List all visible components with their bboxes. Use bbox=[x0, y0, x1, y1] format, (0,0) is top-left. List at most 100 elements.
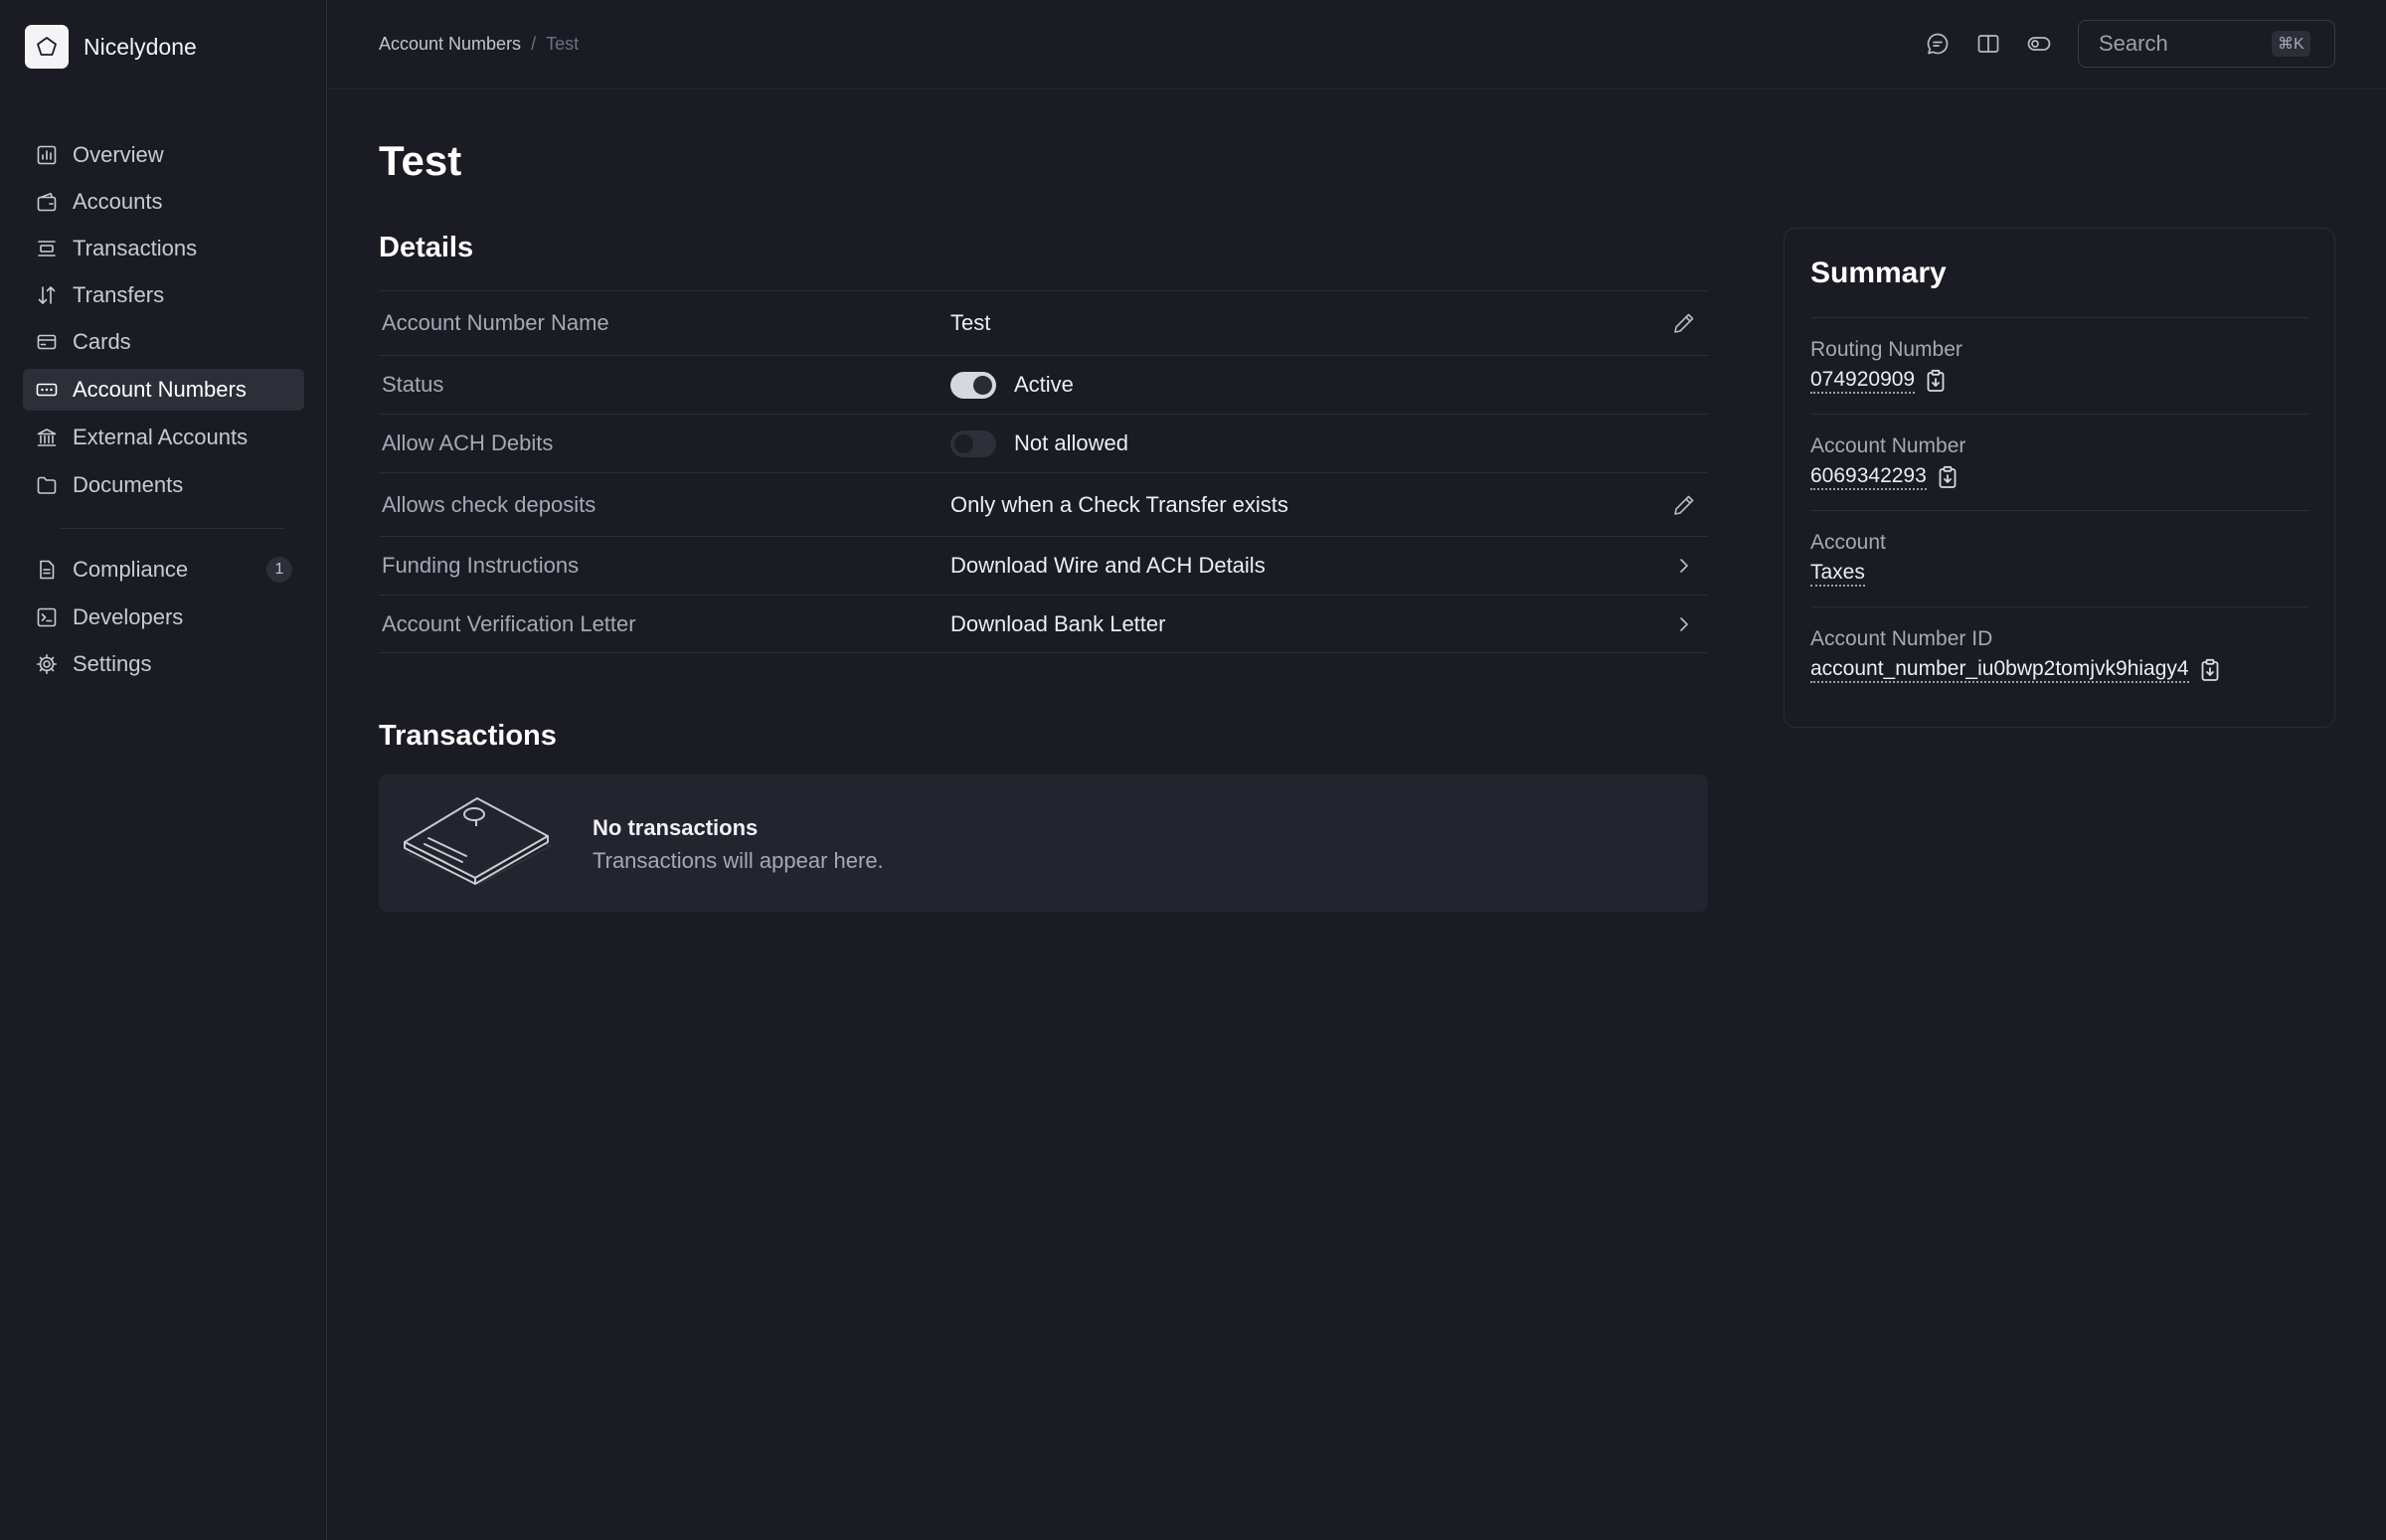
detail-label: Allow ACH Debits bbox=[382, 430, 554, 455]
detail-value: Download Wire and ACH Details bbox=[950, 553, 1266, 578]
sidebar-item-label: Overview bbox=[73, 142, 164, 167]
sidebar-item-label: Cards bbox=[73, 329, 131, 354]
detail-label: Status bbox=[382, 372, 444, 397]
toggle-knob bbox=[954, 433, 973, 453]
detail-label: Allows check deposits bbox=[382, 491, 596, 517]
breadcrumb-separator: / bbox=[531, 34, 537, 54]
account-number-text[interactable]: 6069342293 bbox=[1810, 464, 1927, 490]
detail-value-wrap: Active bbox=[950, 371, 1074, 399]
transactions-empty-state: No transactions Transactions will appear… bbox=[379, 774, 1708, 912]
account-number-label: Account Number bbox=[1810, 434, 1966, 457]
list-icon bbox=[35, 237, 59, 260]
divider bbox=[1810, 317, 2309, 318]
detail-row-funding-instructions[interactable]: Funding Instructions Download Wire and A… bbox=[379, 536, 1708, 595]
chevron-right-icon[interactable] bbox=[1670, 610, 1698, 638]
card-icon bbox=[35, 330, 59, 354]
page-title: Test bbox=[379, 137, 462, 184]
summary-card: Summary Routing Number 074920909 Account… bbox=[1784, 228, 2335, 728]
breadcrumb: Account Numbers / Test bbox=[379, 34, 579, 55]
sidebar: Nicelydone Overview Accounts Transaction… bbox=[0, 0, 327, 1540]
toggle-knob bbox=[973, 375, 992, 395]
sidebar-item-accounts[interactable]: Accounts bbox=[23, 181, 304, 223]
sidebar-item-label: Transactions bbox=[73, 236, 198, 260]
status-toggle[interactable] bbox=[950, 371, 996, 399]
divider bbox=[1810, 510, 2309, 511]
brand-name: Nicelydone bbox=[84, 33, 197, 60]
sidebar-item-label: Documents bbox=[73, 472, 184, 497]
empty-state-title: No transactions bbox=[593, 815, 759, 840]
pencil-icon[interactable] bbox=[1670, 491, 1698, 519]
detail-value: Test bbox=[950, 310, 991, 335]
search-shortcut-hint: ⌘K bbox=[2272, 31, 2310, 57]
breadcrumb-parent-link[interactable]: Account Numbers bbox=[379, 34, 521, 55]
sidebar-item-overview[interactable]: Overview bbox=[23, 134, 304, 176]
detail-value: Active bbox=[1014, 372, 1074, 397]
empty-card-illustration-icon bbox=[403, 794, 557, 892]
sidebar-item-documents[interactable]: Documents bbox=[23, 464, 304, 506]
sidebar-item-label: Transfers bbox=[73, 282, 165, 307]
empty-state-subtitle: Transactions will appear here. bbox=[593, 848, 884, 873]
detail-value: Download Bank Letter bbox=[950, 610, 1166, 636]
docs-book-icon[interactable] bbox=[1973, 29, 2003, 59]
clipboard-icon[interactable] bbox=[2199, 658, 2221, 682]
details-heading: Details bbox=[379, 232, 474, 263]
account-number-id-value: account_number_iu0bwp2tomjvk9hiagy4 bbox=[1810, 657, 2221, 683]
divider bbox=[1810, 414, 2309, 415]
divider bbox=[1810, 606, 2309, 607]
account-value: Taxes bbox=[1810, 561, 1865, 587]
detail-value-wrap: Not allowed bbox=[950, 429, 1128, 457]
ach-debits-toggle[interactable] bbox=[950, 429, 996, 457]
chart-icon bbox=[35, 143, 59, 167]
sidebar-item-label: External Accounts bbox=[73, 425, 249, 449]
sidebar-item-label: Compliance bbox=[73, 557, 189, 582]
bank-icon bbox=[35, 426, 59, 449]
account-number-id-label: Account Number ID bbox=[1810, 627, 1993, 650]
terminal-icon bbox=[35, 605, 59, 629]
sidebar-item-label: Settings bbox=[73, 651, 152, 676]
chevron-right-icon[interactable] bbox=[1670, 552, 1698, 580]
keypad-icon bbox=[35, 378, 59, 402]
account-link[interactable]: Taxes bbox=[1810, 561, 1865, 587]
detail-value: Not allowed bbox=[1014, 430, 1128, 455]
routing-number-text[interactable]: 074920909 bbox=[1810, 368, 1916, 394]
routing-number-label: Routing Number bbox=[1810, 338, 1962, 361]
account-number-id-text[interactable]: account_number_iu0bwp2tomjvk9hiagy4 bbox=[1810, 657, 2189, 683]
detail-row-account-number-name: Account Number Name Test bbox=[379, 290, 1708, 355]
wallet-icon bbox=[35, 190, 59, 214]
workspace-switcher[interactable]: Nicelydone bbox=[25, 25, 197, 69]
detail-row-check-deposits: Allows check deposits Only when a Check … bbox=[379, 472, 1708, 536]
sidebar-item-account-numbers[interactable]: Account Numbers bbox=[23, 369, 304, 411]
gear-icon bbox=[35, 652, 59, 676]
document-icon bbox=[35, 558, 59, 582]
clipboard-icon[interactable] bbox=[1937, 465, 1959, 489]
feedback-icon[interactable] bbox=[1923, 29, 1953, 59]
sidebar-item-label: Developers bbox=[73, 604, 184, 629]
sidebar-item-cards[interactable]: Cards bbox=[23, 321, 304, 363]
sidebar-item-label: Accounts bbox=[73, 189, 163, 214]
theme-toggle-icon[interactable] bbox=[2024, 29, 2054, 59]
sidebar-item-transactions[interactable]: Transactions bbox=[23, 228, 304, 269]
sidebar-item-developers[interactable]: Developers bbox=[23, 597, 304, 638]
brand-logo-icon bbox=[25, 25, 69, 69]
transactions-heading: Transactions bbox=[379, 720, 557, 752]
sidebar-item-settings[interactable]: Settings bbox=[23, 643, 304, 685]
detail-value: Only when a Check Transfer exists bbox=[950, 491, 1288, 517]
detail-label: Account Number Name bbox=[382, 310, 609, 335]
sidebar-item-transfers[interactable]: Transfers bbox=[23, 274, 304, 316]
routing-number-value: 074920909 bbox=[1810, 368, 1947, 394]
summary-title: Summary bbox=[1810, 257, 1947, 289]
clipboard-icon[interactable] bbox=[1925, 369, 1947, 393]
account-label: Account bbox=[1810, 531, 1886, 554]
pencil-icon[interactable] bbox=[1670, 309, 1698, 337]
sidebar-item-label: Account Numbers bbox=[73, 377, 247, 402]
sidebar-item-external-accounts[interactable]: External Accounts bbox=[23, 417, 304, 458]
detail-row-verification-letter[interactable]: Account Verification Letter Download Ban… bbox=[379, 595, 1708, 653]
compliance-count-badge: 1 bbox=[266, 557, 292, 583]
folder-icon bbox=[35, 473, 59, 497]
detail-label: Funding Instructions bbox=[382, 553, 580, 578]
breadcrumb-current: Test bbox=[546, 34, 580, 54]
detail-label: Account Verification Letter bbox=[382, 610, 636, 636]
sidebar-item-compliance[interactable]: Compliance 1 bbox=[23, 549, 304, 591]
detail-row-status: Status Active bbox=[379, 355, 1708, 414]
details-list: Account Number Name Test Status Active A… bbox=[379, 290, 1708, 653]
